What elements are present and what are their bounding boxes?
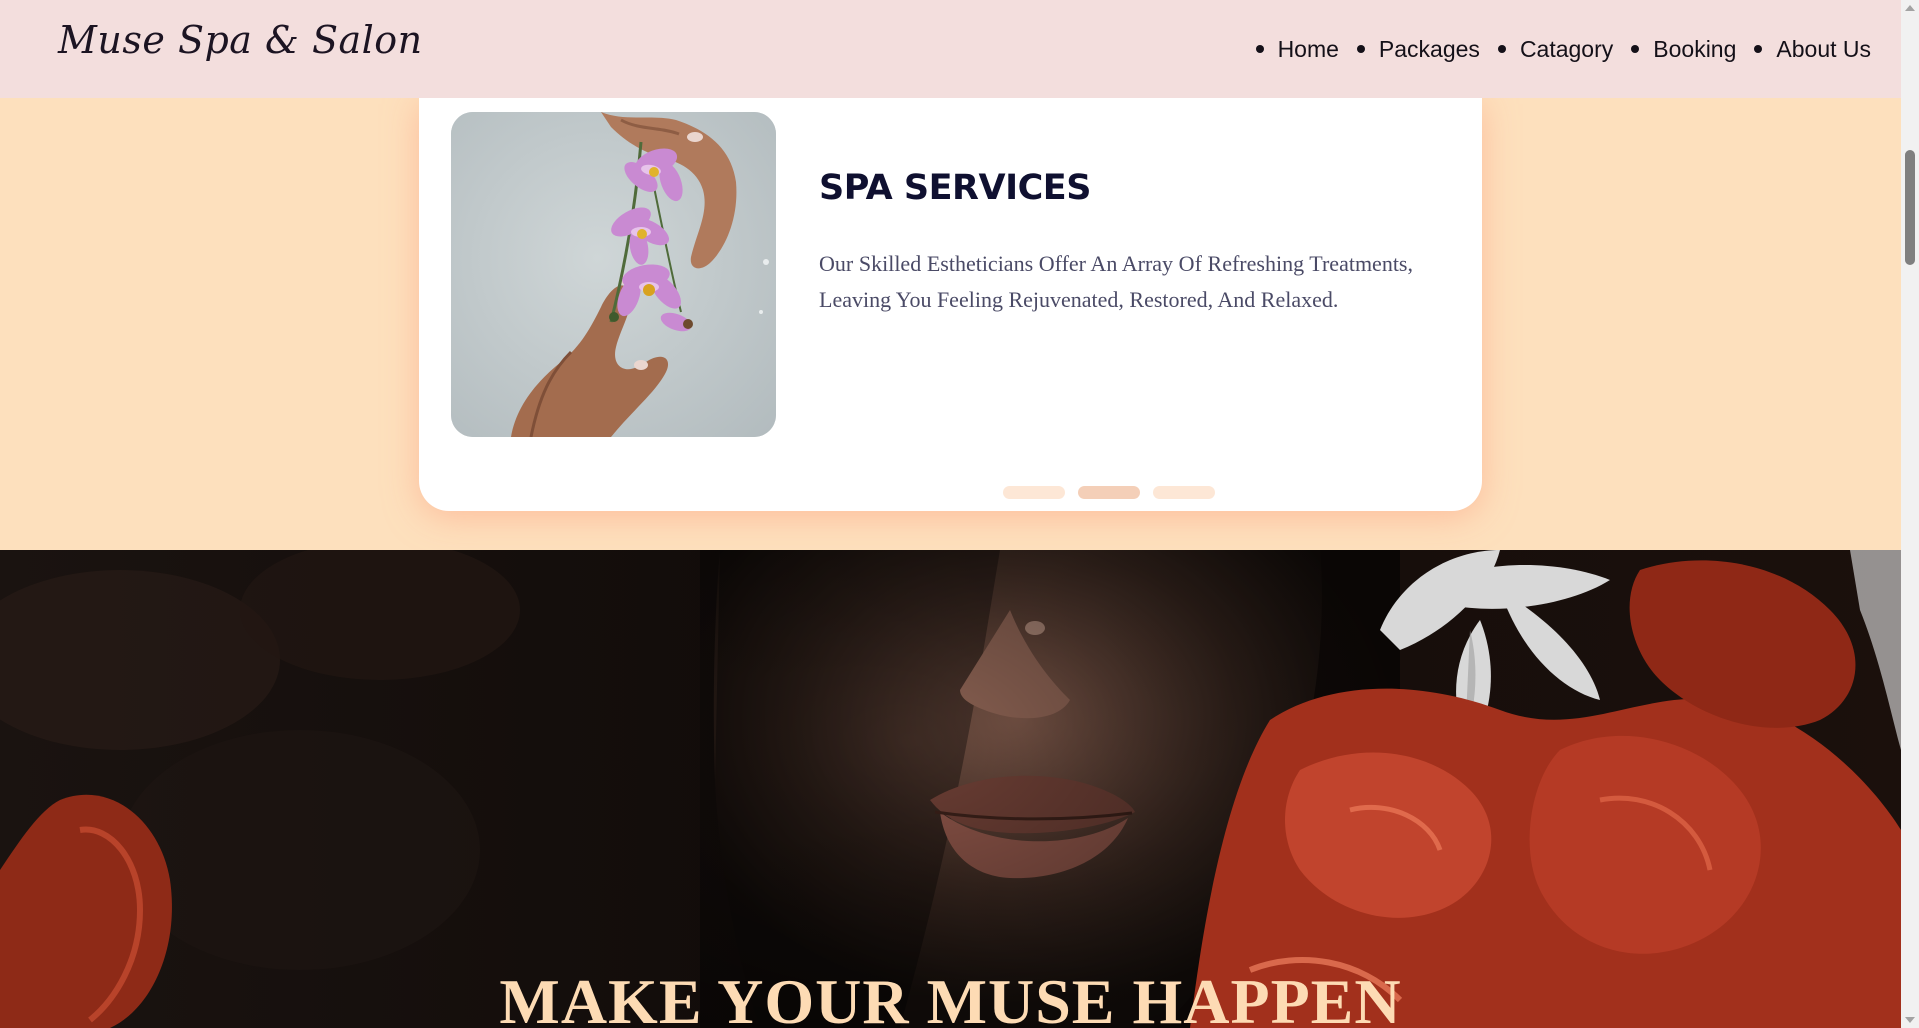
nav-label[interactable]: Catagory: [1520, 36, 1613, 63]
nav-item-home[interactable]: Home: [1255, 36, 1339, 63]
main-nav: Home Packages Catagory Booking About Us: [1255, 0, 1871, 98]
service-title: SPA SERVICES: [819, 168, 1091, 208]
bullet-icon: [1356, 45, 1365, 53]
services-section: SPA SERVICES Our Skilled Estheticians Of…: [0, 98, 1901, 550]
site-logo[interactable]: Muse Spa & Salon: [58, 18, 423, 62]
bullet-icon: [1754, 45, 1763, 53]
nav-item-packages[interactable]: Packages: [1356, 36, 1480, 63]
bullet-icon: [1497, 45, 1506, 53]
nav-item-booking[interactable]: Booking: [1631, 36, 1736, 63]
hero-face-flowers-image: [0, 550, 1901, 1028]
carousel-dot-2[interactable]: [1078, 486, 1140, 499]
nav-item-about-us[interactable]: About Us: [1754, 36, 1871, 63]
site-header: Muse Spa & Salon Home Packages Catagory …: [0, 0, 1901, 98]
nav-label[interactable]: Packages: [1379, 36, 1480, 63]
service-description: Our Skilled Estheticians Offer An Array …: [819, 251, 1413, 312]
bullet-icon: [1631, 45, 1640, 53]
hero-banner: MAKE YOUR MUSE HAPPEN: [0, 550, 1901, 1028]
nav-label[interactable]: Booking: [1653, 36, 1736, 63]
carousel-dot-3[interactable]: [1153, 486, 1215, 499]
scrollbar-thumb[interactable]: [1905, 150, 1915, 265]
page-scrollbar[interactable]: [1901, 0, 1919, 1028]
carousel-dot-1[interactable]: [1003, 486, 1065, 499]
nav-label[interactable]: About Us: [1776, 36, 1871, 63]
service-card: SPA SERVICES Our Skilled Estheticians Of…: [419, 98, 1482, 511]
scroll-down-arrow-icon[interactable]: [1905, 1017, 1915, 1023]
nav-label[interactable]: Home: [1278, 36, 1339, 63]
page: Muse Spa & Salon Home Packages Catagory …: [0, 0, 1919, 1028]
spa-flowers-illustration: [451, 112, 776, 437]
spa-flowers-image: [451, 112, 776, 437]
hero-title: MAKE YOUR MUSE HAPPEN: [499, 966, 1402, 1028]
scroll-up-arrow-icon[interactable]: [1905, 5, 1915, 11]
bullet-icon: [1255, 45, 1264, 53]
nav-item-category[interactable]: Catagory: [1497, 36, 1613, 63]
carousel-indicators: [1003, 486, 1215, 499]
